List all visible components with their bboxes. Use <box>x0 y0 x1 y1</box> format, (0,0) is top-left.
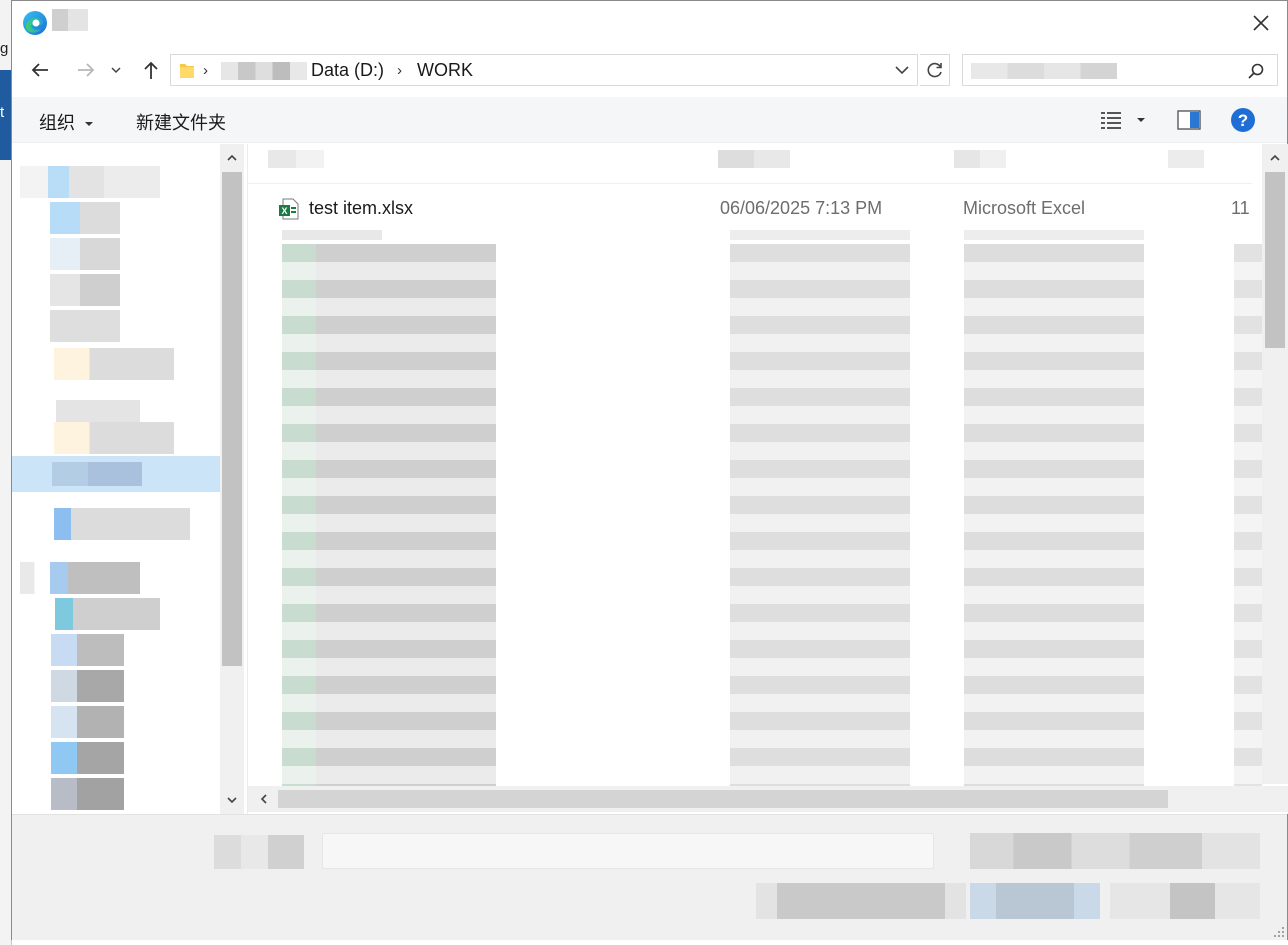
nav-item-redacted[interactable] <box>20 348 174 380</box>
arrow-left-icon <box>31 63 48 77</box>
search-icon[interactable] <box>1247 62 1265 80</box>
nav-item-redacted[interactable] <box>20 274 120 306</box>
file-name-field[interactable] <box>322 833 934 869</box>
help-icon[interactable]: ? <box>1230 107 1256 133</box>
background-glyph: g <box>0 40 9 57</box>
column-header-size[interactable] <box>1168 150 1204 168</box>
svg-text:?: ? <box>1238 111 1248 130</box>
nav-item-redacted[interactable] <box>20 422 174 454</box>
chevron-up-icon <box>227 154 237 161</box>
file-name-label-redacted <box>214 835 304 869</box>
recent-locations-button[interactable] <box>108 57 124 83</box>
address-bar[interactable]: › Data (D:) › WORK <box>170 54 918 86</box>
file-list[interactable]: X test item.xlsx 06/06/2025 7:13 PM Micr… <box>248 144 1288 814</box>
refresh-button[interactable] <box>920 54 950 86</box>
navigation-pane[interactable] <box>12 144 248 814</box>
search-placeholder-redacted <box>971 63 1117 79</box>
nav-item-redacted[interactable] <box>20 508 190 540</box>
column-header-type[interactable] <box>954 150 1006 168</box>
forward-button[interactable] <box>73 57 99 83</box>
scroll-left-arrow[interactable] <box>252 787 276 811</box>
file-row-redacted[interactable] <box>248 230 1252 244</box>
file-list-scrollbar[interactable] <box>1262 144 1288 784</box>
nav-item-redacted[interactable] <box>20 778 124 810</box>
save-options-area <box>12 814 1287 940</box>
command-bar: 组织 新建文件夹 ? <box>12 97 1287 143</box>
title-bar <box>12 1 1287 45</box>
scroll-down-arrow[interactable] <box>220 788 244 812</box>
nav-item-selected[interactable] <box>12 456 220 492</box>
hide-folders-button[interactable] <box>756 883 966 919</box>
file-type: Microsoft Excel <box>963 198 1086 218</box>
up-button[interactable] <box>138 57 164 83</box>
scrollbar-thumb[interactable] <box>222 172 242 666</box>
organize-button[interactable]: 组织 <box>39 109 94 135</box>
refresh-icon <box>927 62 942 78</box>
breadcrumb-separator[interactable]: › <box>397 62 402 79</box>
window-title-redacted <box>52 9 88 31</box>
close-icon[interactable] <box>1249 11 1273 35</box>
file-size: 11 <box>1231 198 1250 218</box>
excel-file-icon: X <box>279 198 299 220</box>
nav-item-redacted[interactable] <box>20 202 120 234</box>
edge-icon <box>23 11 47 35</box>
caret-down-icon[interactable] <box>1136 115 1146 125</box>
nav-item-redacted[interactable] <box>20 634 124 666</box>
details-view-icon[interactable] <box>1100 110 1124 130</box>
resize-grip-icon[interactable] <box>1273 926 1285 938</box>
nav-item-redacted[interactable] <box>20 598 160 630</box>
save-button[interactable] <box>970 883 1100 919</box>
column-header-name[interactable] <box>268 150 324 168</box>
caret-down-icon <box>85 122 94 126</box>
nav-item-redacted <box>52 462 142 486</box>
breadcrumb-folder[interactable]: WORK <box>417 60 473 81</box>
nav-item-redacted[interactable] <box>20 706 124 738</box>
chevron-down-icon[interactable] <box>893 61 911 79</box>
nav-item-redacted[interactable] <box>20 310 120 342</box>
search-input[interactable] <box>962 54 1278 86</box>
breadcrumb-separator[interactable]: › <box>203 62 208 79</box>
folder-icon <box>180 64 194 78</box>
background-glyph: t <box>0 104 5 121</box>
file-name: test item.xlsx <box>309 198 414 218</box>
scroll-up-arrow[interactable] <box>1263 146 1287 170</box>
cancel-button[interactable] <box>1110 883 1260 919</box>
file-row[interactable]: X test item.xlsx 06/06/2025 7:13 PM Micr… <box>248 192 1252 228</box>
chevron-left-icon <box>260 794 267 804</box>
scrollbar-thumb[interactable] <box>1265 172 1285 348</box>
scroll-up-arrow[interactable] <box>220 146 244 170</box>
nav-item-redacted[interactable] <box>20 670 124 702</box>
chevron-down-icon <box>111 67 121 74</box>
arrow-right-icon <box>78 63 95 77</box>
scrollbar-thumb[interactable] <box>278 790 1168 808</box>
preview-pane-icon[interactable] <box>1177 109 1201 131</box>
nav-item-redacted[interactable] <box>20 742 124 774</box>
arrow-up-icon <box>144 61 158 79</box>
chevron-down-icon <box>227 797 237 804</box>
column-headers <box>248 144 1252 184</box>
nav-item-redacted[interactable] <box>20 166 160 198</box>
breadcrumb-drive[interactable]: Data (D:) <box>311 60 384 81</box>
save-file-dialog: › Data (D:) › WORK 组织 新建文件夹 ? X test ite… <box>11 0 1288 940</box>
svg-text:X: X <box>281 206 287 216</box>
horizontal-scrollbar[interactable] <box>248 786 1288 812</box>
breadcrumb-redacted[interactable] <box>221 62 307 80</box>
back-button[interactable] <box>27 57 53 83</box>
nav-item-redacted[interactable] <box>20 238 120 270</box>
organize-label: 组织 <box>39 113 75 133</box>
file-type-select[interactable] <box>970 833 1260 869</box>
nav-item-redacted[interactable] <box>20 562 140 594</box>
address-row: › Data (D:) › WORK <box>12 49 1287 91</box>
file-date: 06/06/2025 7:13 PM <box>720 198 883 218</box>
chevron-up-icon <box>1270 154 1280 161</box>
column-header-date[interactable] <box>718 150 790 168</box>
new-folder-button[interactable]: 新建文件夹 <box>136 109 226 135</box>
nav-pane-scrollbar[interactable] <box>220 144 244 814</box>
